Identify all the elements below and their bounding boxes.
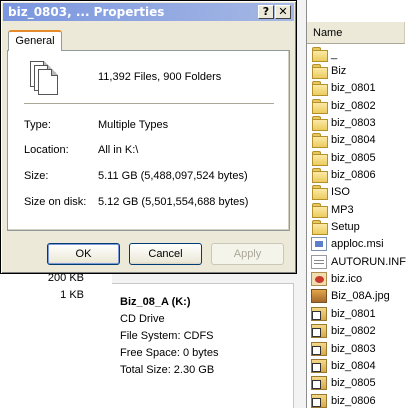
file-name: AUTORUN.INF — [331, 255, 406, 268]
size-on-disk-label: Size on disk: — [24, 196, 87, 208]
folder-icon — [311, 133, 328, 149]
file-name: biz_0806 — [331, 169, 376, 182]
size-value: 5.11 GB (5,488,097,524 bytes) — [98, 170, 248, 182]
shortcut-icon — [311, 341, 327, 356]
drive-file-system: File System: CDFS — [120, 330, 214, 342]
file-list: _ Biz biz_0801 biz_0802 biz_0803 biz_080… — [307, 44, 406, 408]
folder-item[interactable]: biz_0803 — [307, 114, 406, 132]
shortcut-icon — [311, 306, 327, 321]
ico-file-icon — [311, 272, 327, 287]
file-list-panel: Name _ Biz biz_0801 biz_0802 biz_0803 bi… — [306, 0, 406, 408]
folder-item[interactable]: biz_0804 — [307, 132, 406, 149]
shortcut-icon — [311, 358, 327, 373]
folder-icon — [311, 64, 328, 80]
shortcut-icon — [311, 376, 327, 391]
file-name: ISO — [331, 186, 350, 199]
shortcut-item[interactable]: biz_0803 — [307, 340, 406, 357]
file-name: _ — [331, 47, 338, 60]
folder-icon — [311, 220, 328, 236]
shortcut-item[interactable]: biz_0804 — [307, 357, 406, 374]
folder-icon — [311, 98, 328, 114]
folder-icon — [311, 202, 328, 218]
folder-item[interactable]: Biz — [307, 62, 406, 80]
files-summary: 11,392 Files, 900 Folders — [98, 71, 222, 83]
file-item[interactable]: Biz_08A.jpg — [307, 288, 406, 305]
shortcut-item[interactable]: biz_0801 — [307, 305, 406, 322]
shortcut-item[interactable]: biz_0802 — [307, 323, 406, 340]
folder-icon — [311, 168, 328, 184]
inf-file-icon — [311, 254, 327, 269]
cancel-button[interactable]: Cancel — [129, 243, 202, 265]
file-name: biz.ico — [331, 273, 363, 286]
folder-icon — [311, 116, 328, 132]
size-value: 1 KB — [60, 289, 84, 301]
dialog-title: biz_0803, ... Properties — [8, 5, 165, 19]
shortcut-item[interactable]: biz_0805 — [307, 375, 406, 392]
type-label: Type: — [24, 119, 51, 131]
file-item[interactable]: AUTORUN.INF — [307, 253, 406, 270]
file-name: biz_0801 — [331, 82, 376, 95]
file-name: Biz_08A.jpg — [331, 290, 390, 303]
file-name: biz_0803 — [331, 117, 376, 130]
file-name: apploc.msi — [331, 238, 384, 251]
folder-item[interactable]: biz_0805 — [307, 149, 406, 166]
location-value: All in K:\ — [98, 144, 139, 156]
file-item[interactable]: biz.ico — [307, 270, 406, 287]
folder-icon — [311, 150, 328, 166]
folder-item[interactable]: _ — [307, 45, 406, 62]
tab-general[interactable]: General — [8, 30, 62, 51]
jpg-file-icon — [311, 289, 327, 304]
shortcut-icon — [311, 324, 327, 339]
ok-button[interactable]: OK — [47, 243, 120, 265]
file-name: Biz — [331, 65, 347, 78]
properties-dialog: biz_0803, ... Properties ? ✕ General 11,… — [0, 0, 297, 274]
file-name: biz_0804 — [331, 134, 376, 147]
folder-item[interactable]: biz_0802 — [307, 97, 406, 114]
file-name: biz_0804 — [331, 359, 376, 372]
size-label: Size: — [24, 170, 49, 182]
drive-free-space: Free Space: 0 bytes — [120, 347, 219, 359]
type-value: Multiple Types — [98, 119, 169, 131]
file-name: biz_0805 — [331, 151, 376, 164]
file-name: biz_0801 — [331, 307, 376, 320]
apply-button[interactable]: Apply — [211, 243, 284, 265]
file-name: biz_0802 — [331, 325, 376, 338]
close-button[interactable]: ✕ — [275, 5, 291, 19]
help-button[interactable]: ? — [258, 5, 274, 19]
location-label: Location: — [24, 144, 69, 156]
folder-item[interactable]: biz_0801 — [307, 80, 406, 97]
folder-item[interactable]: ISO — [307, 184, 406, 201]
folder-item[interactable]: Setup — [307, 218, 406, 236]
shortcut-item[interactable]: biz_0806 — [307, 392, 406, 408]
file-name: Setup — [331, 221, 360, 234]
divider — [24, 103, 274, 105]
msi-file-icon — [311, 237, 327, 252]
size-on-disk-value: 5.12 GB (5,501,554,688 bytes) — [98, 196, 249, 208]
size-column: 200 KB 1 KB — [20, 270, 84, 304]
name-column-header[interactable]: Name — [307, 22, 405, 44]
file-name: biz_0803 — [331, 342, 376, 355]
drive-info-box: Biz_08_A (K:) CD Drive File System: CDFS… — [112, 283, 294, 408]
folder-item[interactable]: MP3 — [307, 201, 406, 218]
drive-total-size: Total Size: 2.30 GB — [120, 364, 215, 376]
folder-item[interactable]: biz_0806 — [307, 166, 406, 184]
file-name: MP3 — [331, 203, 354, 216]
file-item[interactable]: apploc.msi — [307, 236, 406, 253]
file-name: biz_0805 — [331, 377, 376, 390]
drive-title: Biz_08_A (K:) — [120, 296, 191, 308]
multiple-files-icon — [30, 61, 62, 97]
file-name: biz_0802 — [331, 99, 376, 112]
drive-type: CD Drive — [120, 313, 165, 325]
file-name: biz_0806 — [331, 394, 376, 407]
folder-icon — [311, 185, 328, 201]
general-tab-panel: 11,392 Files, 900 Folders Type: Multiple… — [7, 50, 290, 231]
dialog-titlebar[interactable]: biz_0803, ... Properties ? ✕ — [3, 3, 294, 21]
folder-icon — [311, 46, 328, 62]
shortcut-icon — [311, 393, 327, 408]
folder-icon — [311, 81, 328, 97]
